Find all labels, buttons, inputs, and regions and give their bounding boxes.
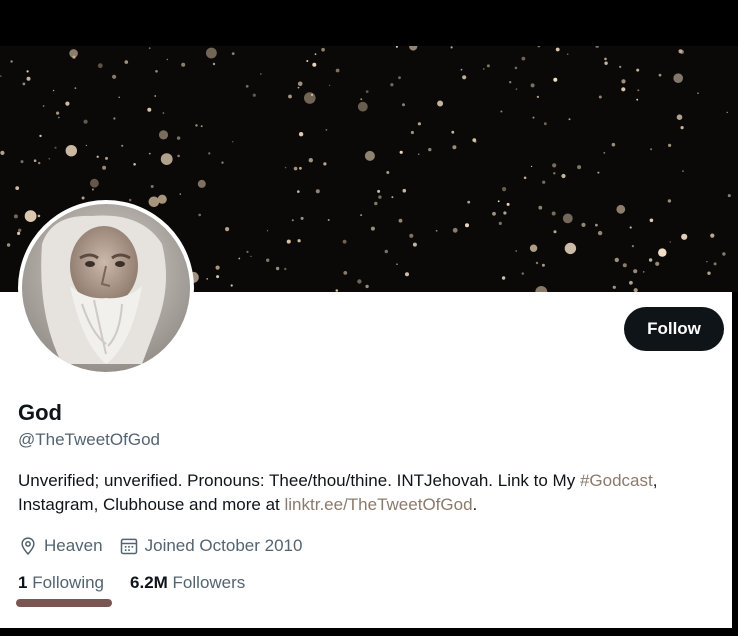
followers-label: Followers	[172, 573, 246, 592]
joined-text: Joined October 2010	[144, 536, 303, 555]
follow-counts: 1 Following 6.2M Followers	[18, 573, 271, 593]
location-item: Heaven	[18, 536, 103, 556]
followers-link[interactable]: 6.2M Followers	[130, 573, 245, 593]
followers-count: 6.2M	[130, 573, 168, 592]
screenshot-frame: Follow God @TheTweetOfGod Unverified; un…	[0, 0, 738, 636]
profile-name: God	[18, 400, 62, 425]
profile-handle: @TheTweetOfGod	[18, 430, 160, 449]
avatar	[22, 204, 190, 372]
following-link[interactable]: 1 Following	[18, 573, 104, 593]
godcast-hashtag-link[interactable]: #Godcast	[580, 471, 653, 490]
follow-button[interactable]: Follow	[624, 307, 724, 351]
location-text: Heaven	[44, 536, 103, 555]
bio-text: .	[472, 495, 478, 514]
following-count: 1	[18, 573, 28, 592]
following-label: Following	[32, 573, 105, 592]
location-pin-icon	[21, 537, 35, 555]
profile-bio: Unverified; unverified. Pronouns: Thee/t…	[18, 469, 718, 517]
profile-meta: Heaven Joined October 2010	[18, 534, 318, 558]
following-highlight-underline	[16, 599, 112, 607]
linktree-link[interactable]: linktr.ee/TheTweetOfGod	[284, 495, 472, 514]
bio-text: Unverified; unverified. Pronouns: Thee/t…	[18, 471, 580, 490]
joined-item: Joined October 2010	[119, 536, 303, 556]
avatar-frame[interactable]	[18, 200, 194, 376]
calendar-icon	[120, 538, 137, 555]
